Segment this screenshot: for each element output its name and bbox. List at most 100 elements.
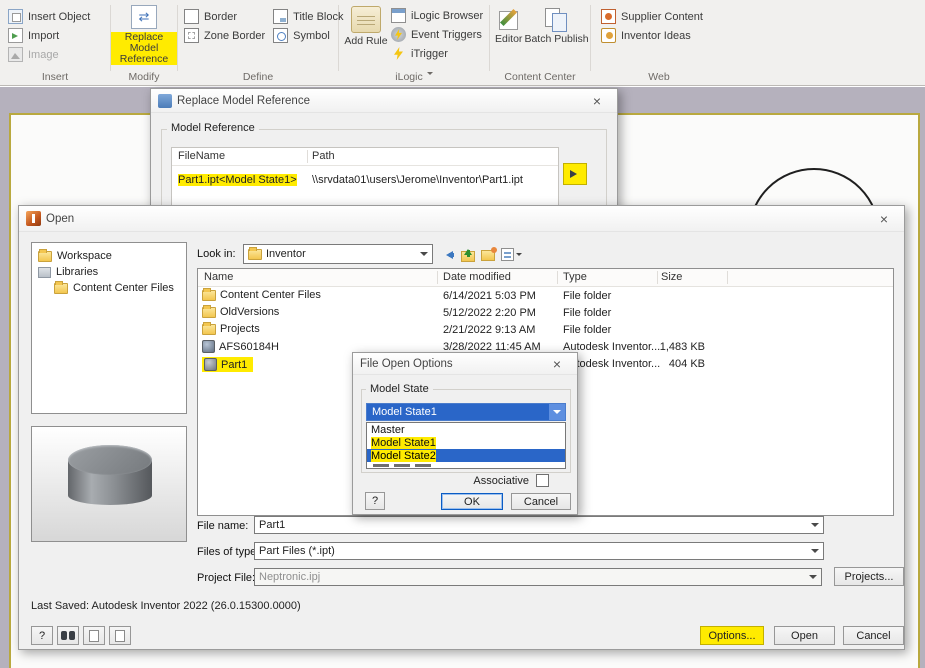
column-separator[interactable] (727, 271, 728, 284)
look-in-label: Look in: (197, 248, 236, 260)
ribbon-group-label-modify: Modify (128, 71, 160, 83)
supplier-content-button[interactable]: Supplier Content (598, 7, 706, 26)
column-header-path[interactable]: Path (312, 150, 335, 162)
file-name-label: File name: (197, 520, 249, 532)
supplier-content-icon (601, 9, 616, 24)
zone-border-button[interactable]: Zone Border (181, 26, 268, 45)
tree-item-libraries[interactable]: Libraries (32, 264, 186, 280)
clipped-text (415, 464, 431, 467)
itrigger-button[interactable]: iTrigger (388, 44, 486, 63)
file-open-options-dialog: File Open Options × Model State Model St… (352, 352, 578, 515)
model-reference-table-header: FileName Path (172, 148, 558, 166)
title-block-label: Title Block (293, 10, 344, 23)
back-button[interactable] (439, 244, 457, 264)
file-date-cell: 6/14/2021 5:03 PM (443, 290, 536, 302)
tree-item-label: Content Center Files (73, 282, 174, 294)
ilogic-browser-button[interactable]: iLogic Browser (388, 6, 486, 25)
up-one-level-button[interactable] (459, 244, 477, 264)
table-row[interactable]: Part1.ipt<Model State1> \\srvdata01\user… (172, 166, 558, 186)
libraries-icon (38, 266, 51, 278)
ilogic-browser-label: iLogic Browser (411, 9, 484, 22)
files-of-type-combobox[interactable]: Part Files (*.ipt) (254, 542, 824, 560)
open-dialog-titlebar: Open × (19, 206, 904, 232)
batch-publish-icon (543, 6, 571, 32)
replace-model-reference-button[interactable]: Replace Model Reference (111, 0, 177, 65)
open-dialog-title: Open (46, 212, 75, 225)
ribbon-group-label-web: Web (648, 71, 670, 83)
ribbon-group-label-content-center: Content Center (504, 71, 576, 83)
border-icon (184, 9, 199, 24)
table-row[interactable]: OldVersions 5/12/2022 2:20 PM File folde… (198, 304, 893, 322)
tree-item-workspace[interactable]: Workspace (32, 248, 186, 264)
help-button[interactable]: ? (31, 626, 53, 645)
model-state-value: Model State1 (372, 406, 437, 418)
file-name-input[interactable]: Part1 (254, 516, 824, 534)
import-button[interactable]: Import (5, 26, 62, 45)
image-button[interactable]: Image (5, 45, 62, 64)
replace-dialog-titlebar: Replace Model Reference × (151, 89, 617, 113)
quick-launch-button[interactable] (83, 626, 105, 645)
ribbon: Insert Object Import Image Insert Replac… (0, 0, 925, 86)
border-button[interactable]: Border (181, 7, 268, 26)
new-folder-button[interactable] (479, 244, 497, 264)
ribbon-group-label-ilogic[interactable]: iLogic (339, 71, 489, 83)
add-rule-icon (351, 6, 381, 33)
list-item-clipped[interactable] (367, 462, 565, 468)
associative-label: Associative (473, 475, 529, 487)
insert-object-button[interactable]: Insert Object (5, 7, 93, 26)
view-menu-button[interactable] (499, 244, 523, 264)
folder-icon (202, 287, 216, 301)
options-button[interactable]: Options... (700, 626, 764, 645)
browse-button[interactable] (563, 163, 587, 185)
column-header-size[interactable]: Size (661, 271, 682, 283)
close-icon[interactable]: × (584, 93, 610, 109)
preview-toggle-button[interactable] (109, 626, 131, 645)
list-item-model-state1[interactable]: Model State1 (367, 436, 565, 449)
table-row[interactable]: Content Center Files 6/14/2021 5:03 PM F… (198, 287, 893, 305)
chevron-down-icon[interactable] (811, 523, 819, 531)
part-file-icon (204, 358, 217, 371)
combo-dropdown-button[interactable] (549, 404, 565, 420)
column-separator[interactable] (557, 271, 558, 284)
itrigger-icon (391, 46, 406, 61)
ribbon-group-label-define: Define (242, 71, 274, 83)
close-icon[interactable]: × (871, 211, 897, 227)
cancel-button[interactable]: Cancel (511, 493, 571, 510)
symbol-button[interactable]: Symbol (270, 26, 346, 45)
column-header-date-modified[interactable]: Date modified (443, 271, 511, 283)
look-in-combobox[interactable]: Inventor (243, 244, 433, 264)
folder-icon (202, 304, 216, 318)
table-row[interactable]: Projects 2/21/2022 9:13 AM File folder (198, 321, 893, 339)
help-button[interactable]: ? (365, 492, 385, 510)
workspace-tree: Workspace Libraries Content Center Files (31, 242, 187, 414)
cancel-button[interactable]: Cancel (843, 626, 904, 645)
list-item-model-state2[interactable]: Model State2 (367, 449, 565, 462)
close-icon[interactable]: × (544, 356, 570, 372)
new-folder-icon (481, 247, 497, 261)
chevron-down-icon[interactable] (811, 549, 819, 557)
ok-button[interactable]: OK (441, 493, 503, 510)
file-name-cell: Part1 (202, 357, 254, 372)
clipped-text (373, 464, 389, 467)
list-item-master[interactable]: Master (367, 423, 565, 436)
cylinder-top (68, 445, 152, 475)
event-triggers-button[interactable]: Event Triggers (388, 25, 486, 44)
find-button[interactable] (57, 626, 79, 645)
projects-button[interactable]: Projects... (834, 567, 904, 586)
column-header-name[interactable]: Name (204, 271, 233, 283)
column-separator[interactable] (437, 271, 438, 284)
model-state-combobox[interactable]: Model State1 (366, 403, 566, 421)
tree-item-content-center-files[interactable]: Content Center Files (32, 280, 186, 296)
associative-checkbox[interactable] (536, 474, 549, 487)
column-header-filename[interactable]: FileName (178, 150, 225, 162)
image-icon (8, 47, 23, 62)
itrigger-label: iTrigger (411, 47, 448, 60)
column-separator[interactable] (657, 271, 658, 284)
column-header-type[interactable]: Type (563, 271, 587, 283)
inventor-ideas-button[interactable]: Inventor Ideas (598, 26, 694, 45)
inventor-ideas-icon (601, 28, 616, 43)
chevron-down-icon[interactable] (420, 252, 428, 260)
open-button[interactable]: Open (774, 626, 835, 645)
import-label: Import (28, 29, 60, 42)
title-block-button[interactable]: Title Block (270, 7, 346, 26)
